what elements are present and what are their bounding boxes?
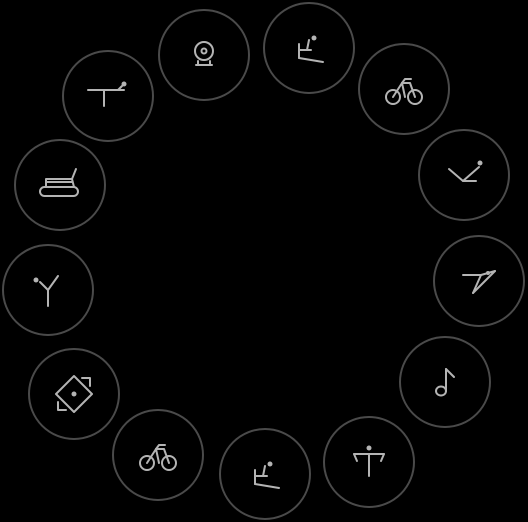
workout-wheel: [0, 0, 528, 522]
workout-button-y-raise[interactable]: [2, 244, 94, 336]
sit-up-icon: [298, 35, 324, 63]
sit-up-icon: [254, 461, 280, 489]
workout-button-dance[interactable]: [399, 336, 491, 428]
workout-button-t-stretch[interactable]: [323, 416, 415, 508]
workout-button-rotation[interactable]: [28, 348, 120, 440]
bicycle-icon: [139, 444, 177, 471]
bicycle-icon: [385, 78, 423, 105]
workout-button-treadmill[interactable]: [14, 139, 106, 231]
t-stretch-icon: [353, 445, 385, 477]
workout-button-plank-table[interactable]: [62, 50, 154, 142]
workout-button-sit-ups[interactable]: [263, 2, 355, 94]
webcam-icon: [194, 41, 214, 66]
plank-table-icon: [87, 81, 127, 107]
treadmill-icon: [39, 168, 79, 197]
rotation-diamond-icon: [55, 375, 93, 413]
workout-button-leg-raise[interactable]: [433, 235, 525, 327]
music-note-icon: [435, 368, 455, 397]
y-raise-icon: [33, 275, 59, 307]
v-up-icon: [448, 160, 483, 182]
workout-button-webcam[interactable]: [158, 9, 250, 101]
workout-button-v-ups[interactable]: [418, 129, 510, 221]
workout-button-cycling-1[interactable]: [358, 43, 450, 135]
leg-raise-icon: [462, 270, 496, 294]
workout-button-cycling-2[interactable]: [112, 409, 204, 501]
workout-button-sit-ups-2[interactable]: [219, 428, 311, 520]
